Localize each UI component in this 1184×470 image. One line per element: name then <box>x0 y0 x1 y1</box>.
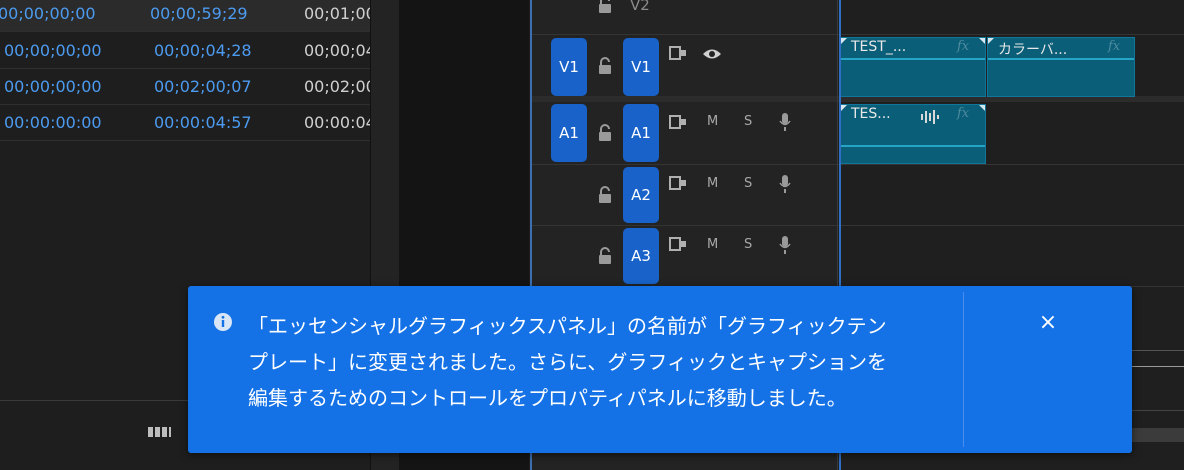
track-divider <box>532 164 1184 165</box>
lock-icon[interactable] <box>597 57 613 75</box>
fx-badge[interactable]: fx <box>1108 39 1120 54</box>
clip-title: TEST_... <box>851 39 907 55</box>
list-item[interactable]: 00;00;00;00 00;00;04;28 00;00;04 <box>0 33 376 69</box>
clip-start-marker <box>988 38 994 44</box>
clip-band <box>988 58 1134 60</box>
horizontal-scrollbar[interactable] <box>1131 428 1184 442</box>
eye-icon[interactable] <box>702 47 722 61</box>
lock-icon[interactable] <box>597 0 613 14</box>
clip-end-marker <box>979 105 985 111</box>
duration-timecode: 00;02;00 <box>304 77 376 96</box>
sync-lock-icon[interactable] <box>669 46 687 60</box>
lock-icon[interactable] <box>597 124 613 142</box>
notification-line: 編集するためのコントロールをプロパティパネルに移動しました。 <box>248 386 847 410</box>
clip-start-marker <box>841 105 847 111</box>
clip-title: カラーバ... <box>998 42 1068 58</box>
clip-title: TES... <box>851 106 891 122</box>
start-timecode[interactable]: 00;00;00;00 <box>4 77 102 96</box>
duration-timecode: 00:00:04 <box>304 113 376 132</box>
audio-clip[interactable]: TES... fx <box>840 104 986 164</box>
notification-line: 「エッセンシャルグラフィックスパネル」の名前が「グラフィックテン <box>248 314 887 338</box>
track-divider <box>532 225 1184 226</box>
solo-button[interactable]: S <box>744 114 752 129</box>
waveform-icon <box>921 110 939 124</box>
sync-lock-icon[interactable] <box>669 115 687 129</box>
track-target-v1[interactable]: V1 <box>623 38 659 96</box>
source-patch-a1[interactable]: A1 <box>551 104 587 162</box>
duration-timecode: 00;01;00 <box>304 4 376 23</box>
solo-button[interactable]: S <box>744 237 752 252</box>
list-item[interactable]: 00;00;00;00 00;02;00;07 00;02;00 <box>0 69 376 105</box>
microphone-icon[interactable] <box>778 112 792 132</box>
notification-line: プレート」に変更されました。さらに、グラフィックとキャプションを <box>248 350 887 374</box>
clip-end-marker <box>979 38 985 44</box>
track-label-v2: V2 <box>630 0 650 14</box>
track-divider <box>1131 410 1184 411</box>
mute-button[interactable]: M <box>707 114 718 129</box>
end-timecode[interactable]: 00:00:04:57 <box>154 113 252 132</box>
source-patch-v1[interactable]: V1 <box>551 38 587 96</box>
sync-lock-icon[interactable] <box>669 176 687 190</box>
start-timecode[interactable]: 00:00:00:00 <box>4 113 102 132</box>
track-target-a1[interactable]: A1 <box>623 104 659 162</box>
start-timecode[interactable]: 00;00;00;00 <box>4 41 102 60</box>
track-divider <box>1131 350 1184 351</box>
video-clip[interactable]: カラーバ... fx <box>987 37 1135 97</box>
lock-icon[interactable] <box>597 186 613 204</box>
info-icon <box>214 313 232 331</box>
list-view-icon[interactable] <box>148 425 172 439</box>
start-timecode[interactable]: 00;00;00;00 <box>0 4 96 23</box>
clip-start-marker <box>841 38 847 44</box>
microphone-icon[interactable] <box>778 235 792 255</box>
fx-badge[interactable]: fx <box>957 106 969 121</box>
microphone-icon[interactable] <box>778 174 792 194</box>
end-timecode[interactable]: 00;00;59;29 <box>150 4 248 23</box>
solo-button[interactable]: S <box>744 176 752 191</box>
close-icon[interactable]: × <box>1036 310 1060 335</box>
notification-toast: 「エッセンシャルグラフィックスパネル」の名前が「グラフィックテン プレート」に変… <box>188 286 1132 453</box>
duration-timecode: 00;00;04 <box>304 41 376 60</box>
end-timecode[interactable]: 00;02;00;07 <box>154 77 252 96</box>
track-target-a2[interactable]: A2 <box>623 167 659 223</box>
fx-badge[interactable]: fx <box>957 39 969 54</box>
clip-band <box>841 145 985 147</box>
clip-band <box>841 58 985 60</box>
track-divider <box>1131 366 1184 367</box>
mute-button[interactable]: M <box>707 237 718 252</box>
lock-icon[interactable] <box>597 247 613 265</box>
sync-lock-icon[interactable] <box>669 237 687 251</box>
track-target-a3[interactable]: A3 <box>623 228 659 284</box>
video-clip[interactable]: TEST_... fx <box>840 37 986 97</box>
toast-divider <box>963 292 964 447</box>
end-timecode[interactable]: 00;00;04;28 <box>154 41 252 60</box>
list-item[interactable]: 00;00;00;00 00;00;59;29 00;01;00 <box>0 0 376 32</box>
mute-button[interactable]: M <box>707 176 718 191</box>
track-divider <box>532 34 1184 35</box>
notification-message: 「エッセンシャルグラフィックスパネル」の名前が「グラフィックテン プレート」に変… <box>248 308 948 416</box>
list-item[interactable]: 00:00:00:00 00:00:04:57 00:00:04 <box>0 105 376 141</box>
